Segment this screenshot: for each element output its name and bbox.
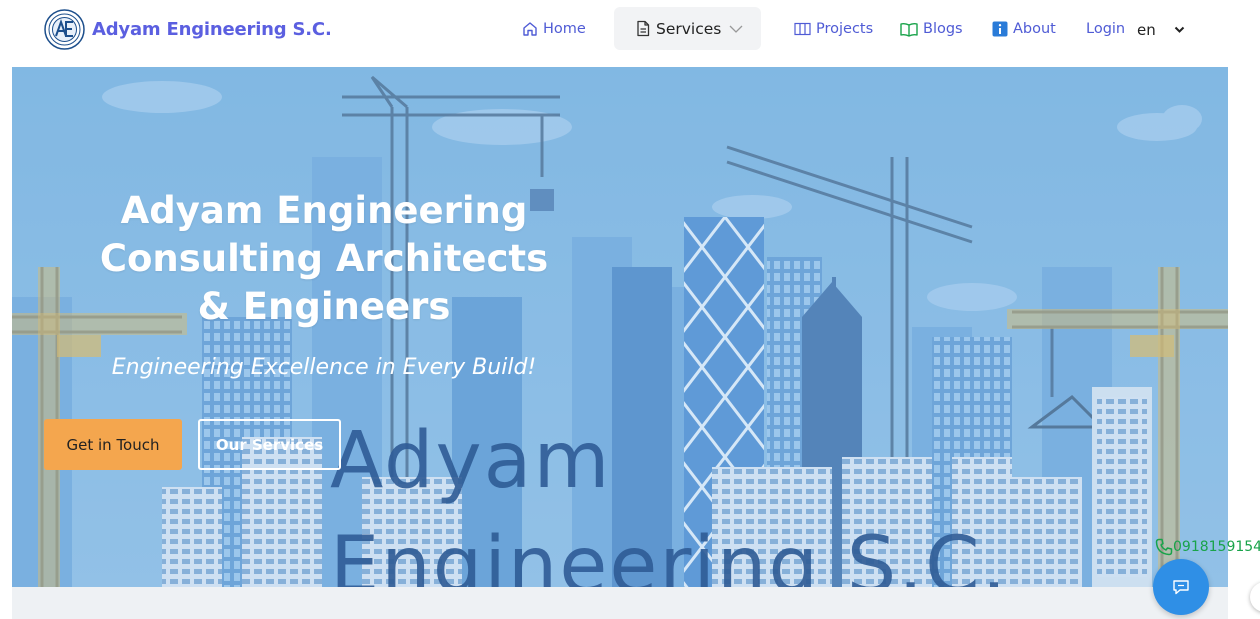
nav-projects[interactable]: Projects (794, 0, 873, 58)
hero-subtitle: Engineering Excellence in Every Build! (111, 355, 537, 380)
nav-about-label: About (1013, 21, 1056, 37)
chevron-down-icon (1174, 26, 1184, 33)
nav-blogs-label: Blogs (923, 21, 963, 37)
chat-icon (1173, 580, 1189, 595)
watermark-line2: Engineering S.C. (330, 521, 1008, 587)
phone-link[interactable]: 0918159154 (1155, 538, 1260, 556)
nav-services-label: Services (656, 19, 722, 38)
scroll-top-button[interactable] (1250, 582, 1260, 612)
nav-projects-label: Projects (816, 21, 874, 37)
our-services-button[interactable]: Our Services (198, 419, 341, 470)
language-value: en (1137, 21, 1156, 39)
nav-about[interactable]: About (992, 0, 1056, 58)
company-logo-icon (44, 9, 85, 50)
phone-number: 0918159154 (1173, 539, 1260, 555)
hero-title: Adyam Engineering Consulting Architects … (99, 189, 549, 328)
hero-section: Adyam Engineering S.C. Adyam Engineering… (12, 67, 1228, 587)
brand[interactable]: Adyam Engineering S.C. (44, 9, 332, 50)
nav-login-label: Login (1086, 21, 1126, 37)
info-icon (992, 21, 1008, 37)
page: Adyam Engineering S.C. Home Services Pro… (0, 0, 1260, 619)
columns-icon (794, 22, 811, 36)
nav-services[interactable]: Services (614, 7, 761, 50)
next-section-strip (12, 587, 1228, 619)
get-in-touch-button[interactable]: Get in Touch (44, 419, 182, 470)
language-select[interactable]: en (1137, 15, 1185, 45)
nav-login[interactable]: Login (1086, 0, 1125, 58)
chevron-down-icon (729, 25, 743, 33)
book-icon (900, 22, 918, 37)
brand-name: Adyam Engineering S.C. (92, 19, 332, 40)
chat-button[interactable] (1153, 559, 1209, 615)
top-navbar: Adyam Engineering S.C. Home Services Pro… (12, 0, 1228, 67)
document-icon (637, 20, 650, 37)
nav-home-label: Home (543, 21, 586, 37)
phone-icon (1155, 538, 1173, 556)
nav-blogs[interactable]: Blogs (900, 0, 963, 58)
nav-home[interactable]: Home (522, 0, 586, 58)
home-icon (523, 22, 537, 36)
watermark-line1: Adyam (330, 416, 611, 506)
